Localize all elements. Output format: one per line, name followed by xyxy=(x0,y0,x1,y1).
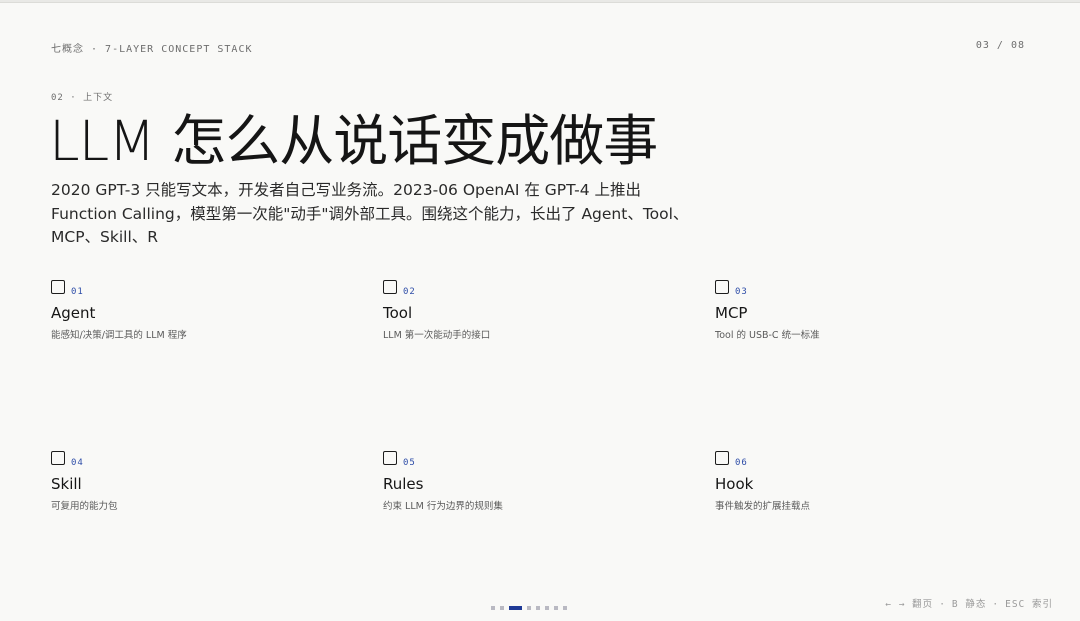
concept-description: 约束 LLM 行为边界的规则集 xyxy=(383,501,503,512)
checkbox-icon[interactable] xyxy=(715,451,729,465)
checkbox-icon[interactable] xyxy=(51,451,65,465)
concept-number: 06 xyxy=(735,458,748,468)
checkbox-icon[interactable] xyxy=(715,280,729,294)
page-counter: 03 / 08 xyxy=(975,40,1025,51)
keyboard-hints: ← → 翻页 · B 静态 · ESC 索引 xyxy=(885,596,1053,610)
hint-index: ESC 索引 xyxy=(1005,599,1053,610)
slide-frame: 七概念 · 7-LAYER CONCEPT STACK 03 / 08 02 ·… xyxy=(0,2,1080,621)
page-dot-6[interactable] xyxy=(545,606,549,610)
page-dot-3-active[interactable] xyxy=(509,606,522,610)
concept-description: Tool 的 USB-C 统一标准 xyxy=(715,330,820,341)
page-dot-5[interactable] xyxy=(536,606,540,610)
page-dot-2[interactable] xyxy=(500,606,504,610)
concept-description: LLM 第一次能动手的接口 xyxy=(383,330,491,341)
concept-number: 01 xyxy=(71,287,84,297)
page-dot-7[interactable] xyxy=(554,606,558,610)
page-dot-1[interactable] xyxy=(491,606,495,610)
hint-navigate: ← → 翻页 xyxy=(885,599,934,610)
concept-name: Agent xyxy=(51,304,96,322)
concept-name: MCP xyxy=(715,304,748,322)
section-label: 02 · 上下文 xyxy=(51,93,114,103)
slide-title: LLM 怎么从说话变成做事 xyxy=(49,109,658,173)
concept-name: Hook xyxy=(715,475,754,493)
concept-name: Skill xyxy=(51,475,82,493)
concept-description: 可复用的能力包 xyxy=(51,501,118,512)
deck-label: 七概念 · 7-LAYER CONCEPT STACK xyxy=(51,44,253,55)
concept-description: 事件触发的扩展挂载点 xyxy=(715,501,811,512)
concept-name: Rules xyxy=(383,475,424,493)
slide-lead-paragraph: 2020 GPT-3 只能写文本，开发者自己写业务流。2023-06 OpenA… xyxy=(51,181,689,246)
checkbox-icon[interactable] xyxy=(51,280,65,294)
concept-number: 04 xyxy=(71,458,84,468)
pagination-dots xyxy=(491,606,567,610)
checkbox-icon[interactable] xyxy=(383,280,397,294)
concept-number: 03 xyxy=(735,287,748,297)
hint-static: B 静态 xyxy=(951,599,987,610)
concept-description: 能感知/决策/调工具的 LLM 程序 xyxy=(51,330,187,341)
page-dot-8[interactable] xyxy=(563,606,567,610)
hint-separator: · xyxy=(992,599,1000,610)
page-dot-4[interactable] xyxy=(527,606,531,610)
checkbox-icon[interactable] xyxy=(383,451,397,465)
concept-number: 02 xyxy=(403,287,416,297)
concept-name: Tool xyxy=(383,304,413,322)
hint-separator: · xyxy=(939,599,946,610)
concept-number: 05 xyxy=(403,458,416,468)
